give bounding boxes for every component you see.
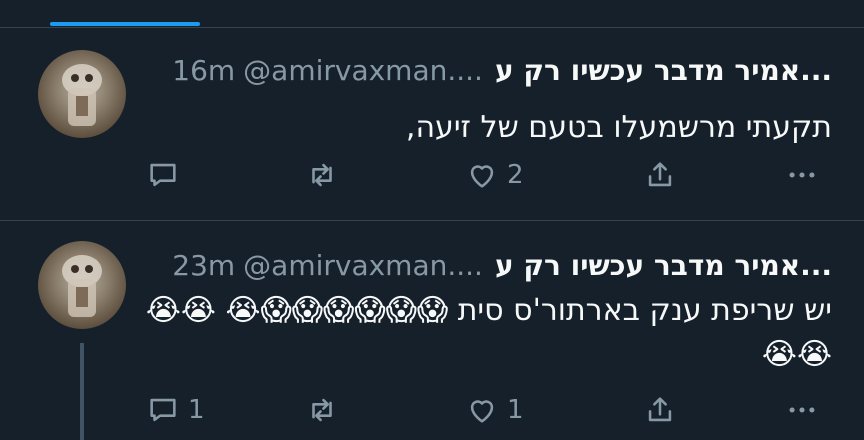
reply-count: 1 (188, 395, 205, 425)
retweet-button[interactable] (305, 390, 347, 430)
tweet[interactable]: ...אמיר מדבר עכשיו רק ע @amirvaxman.... … (0, 221, 864, 440)
reply-icon (150, 398, 176, 422)
tweet-text: תקעתי מרשמעלו בטעם של זיעה, (405, 110, 832, 145)
heart-icon (470, 400, 494, 423)
tweet-header: ...אמיר מדבר עכשיו רק ע @amirvaxman.... … (172, 245, 832, 285)
tweet-text: יש שריפת ענק בארתור'ס סית 😱😱😱😱😱😱😭 😭😭😭😭 (145, 293, 832, 372)
avatar-image (62, 255, 102, 317)
active-tab-indicator (50, 22, 200, 26)
share-icon (648, 397, 672, 422)
tweet-actions: 2 (0, 155, 864, 195)
more-icon (789, 407, 815, 413)
reply-button[interactable] (146, 155, 188, 195)
display-name[interactable]: ...אמיר מדבר עכשיו רק ע (495, 249, 832, 282)
reply-button[interactable]: 1 (146, 390, 205, 430)
retweet-icon (312, 398, 332, 422)
like-count: 2 (507, 160, 524, 190)
tweet[interactable]: ...אמיר מדבר עכשיו רק ע @amirvaxman.... … (0, 28, 864, 221)
heart-icon (470, 165, 494, 188)
handle[interactable]: @amirvaxman.... (243, 249, 483, 282)
retweet-button[interactable] (305, 155, 347, 195)
retweet-icon (312, 163, 332, 187)
tweet-actions: 1 1 (0, 390, 864, 430)
more-button[interactable] (785, 390, 819, 430)
more-icon (789, 172, 815, 178)
like-button[interactable]: 1 (465, 390, 524, 430)
display-name[interactable]: ...אמיר מדבר עכשיו רק ע (495, 54, 832, 87)
handle[interactable]: @amirvaxman.... (243, 54, 483, 87)
avatar[interactable] (38, 50, 126, 138)
reply-icon (150, 163, 176, 187)
more-button[interactable] (785, 155, 819, 195)
timestamp[interactable]: 16m (172, 54, 235, 87)
share-button[interactable] (643, 390, 677, 430)
share-icon (648, 162, 672, 187)
timestamp[interactable]: 23m (172, 249, 235, 282)
avatar[interactable] (38, 241, 126, 329)
share-button[interactable] (643, 155, 677, 195)
like-count: 1 (507, 395, 524, 425)
avatar-image (62, 64, 102, 126)
tweet-header: ...אמיר מדבר עכשיו רק ע @amirvaxman.... … (172, 50, 832, 90)
like-button[interactable]: 2 (465, 155, 524, 195)
